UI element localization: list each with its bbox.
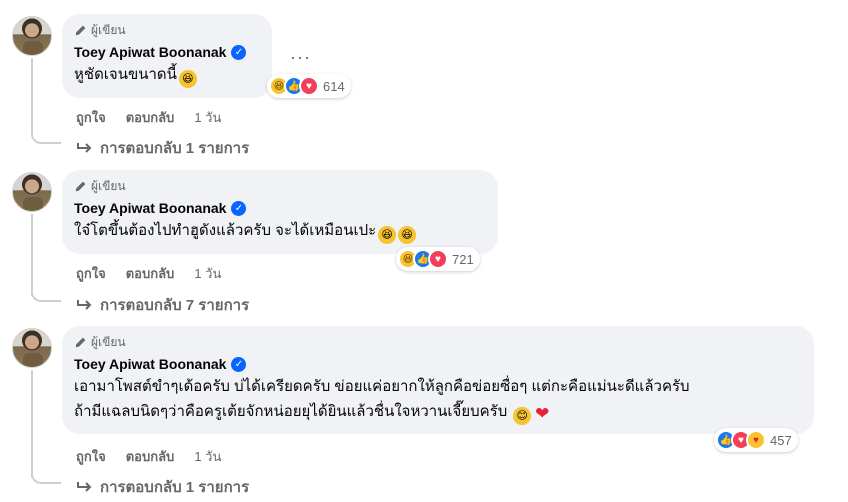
love-reaction-icon: ♥ (428, 249, 448, 269)
verified-badge-icon: ✓ (231, 44, 247, 60)
author-badge: ผู้เขียน (74, 178, 486, 194)
comment-text: ใจ๋โตขึ้นต้องไปทำฮูดังแล้วครับ จะได้เหมื… (74, 220, 486, 244)
thread-connector (31, 288, 61, 302)
replies-label: การตอบกลับ 1 รายการ (100, 140, 250, 157)
comment-bubble: ผู้เขียน Toey Apiwat Boonanak ✓ ใจ๋โตขึ้… (62, 170, 498, 254)
red-heart-emoji-icon: ❤ (535, 404, 550, 423)
timestamp[interactable]: 1 วัน (194, 107, 221, 128)
love-reaction-icon: ♥ (299, 76, 319, 96)
thread-connector (31, 130, 61, 144)
pencil-icon (75, 181, 86, 191)
author-badge: ผู้เขียน (74, 22, 260, 38)
avatar[interactable] (12, 16, 52, 56)
reply-button[interactable]: ตอบกลับ (126, 263, 175, 284)
avatar[interactable] (12, 328, 52, 368)
verified-badge-icon: ✓ (231, 356, 247, 372)
reply-arrow-icon (77, 300, 92, 310)
smile-emoji-icon: 😊 (513, 407, 532, 425)
reaction-summary[interactable]: 😆 👍 ♥ 721 (396, 247, 480, 271)
comment-text-line-1: เอามาโพสต์ขำๆเด้อครับ บ่ได้เครียดครับ ข่… (74, 378, 690, 395)
author-badge-label: ผู้เขียน (91, 334, 126, 349)
comment-text: หูชัดเจนขนาดนี้ 😆 (74, 64, 260, 88)
comment-bubble: ผู้เขียน Toey Apiwat Boonanak ✓ หูชัดเจน… (62, 14, 272, 98)
replies-label: การตอบกลับ 7 รายการ (100, 297, 250, 314)
reaction-count: 614 (323, 78, 345, 94)
comment-text-line-2: ถ้ามีแฉลบนิดๆว่าคือครูเต้ยจักหน่อยยุได้ย… (74, 403, 550, 425)
reply-arrow-icon (77, 482, 92, 492)
author-badge: ผู้เขียน (74, 334, 802, 350)
pencil-icon (75, 25, 86, 35)
reaction-summary[interactable]: 😆 👍 ♥ 614 (267, 74, 351, 98)
author-badge-label: ผู้เขียน (91, 178, 126, 193)
thread-connector (31, 470, 61, 484)
replies-label: การตอบกลับ 1 รายการ (100, 479, 250, 496)
thread-line (31, 370, 33, 478)
timestamp[interactable]: 1 วัน (194, 263, 221, 284)
thread-line (31, 58, 33, 130)
rofl-emoji-icon: 😆 (378, 226, 397, 244)
view-replies-link[interactable]: การตอบกลับ 1 รายการ (76, 475, 249, 499)
care-reaction-icon: ♥ (746, 430, 766, 450)
author-name[interactable]: Toey Apiwat Boonanak (74, 44, 226, 60)
reply-button[interactable]: ตอบกลับ (126, 446, 175, 467)
rofl-emoji-icon: 😆 (178, 70, 197, 88)
author-name[interactable]: Toey Apiwat Boonanak (74, 200, 226, 216)
thread-line (31, 214, 33, 296)
reaction-count: 457 (770, 432, 792, 448)
view-replies-link[interactable]: การตอบกลับ 1 รายการ (76, 136, 249, 160)
like-button[interactable]: ถูกใจ (76, 263, 106, 284)
view-replies-link[interactable]: การตอบกลับ 7 รายการ (76, 293, 249, 317)
reaction-summary[interactable]: 👍 ♥ ♥ 457 (714, 428, 798, 452)
pencil-icon (75, 337, 86, 347)
reply-button[interactable]: ตอบกลับ (126, 107, 175, 128)
like-button[interactable]: ถูกใจ (76, 446, 106, 467)
comment-bubble: ผู้เขียน Toey Apiwat Boonanak ✓ เอามาโพส… (62, 326, 814, 434)
reaction-count: 721 (452, 251, 474, 267)
like-button[interactable]: ถูกใจ (76, 107, 106, 128)
avatar[interactable] (12, 172, 52, 212)
timestamp[interactable]: 1 วัน (194, 446, 221, 467)
verified-badge-icon: ✓ (231, 200, 247, 216)
rofl-emoji-icon: 😆 (398, 226, 417, 244)
more-options-button[interactable]: ··· (290, 48, 311, 66)
reply-arrow-icon (77, 143, 92, 153)
author-name[interactable]: Toey Apiwat Boonanak (74, 356, 226, 372)
author-badge-label: ผู้เขียน (91, 22, 126, 37)
